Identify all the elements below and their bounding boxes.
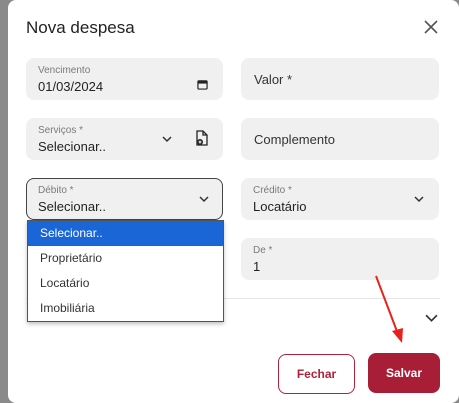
servicos-label: Serviços * <box>38 125 84 136</box>
de-field[interactable]: De * 1 <box>241 238 439 280</box>
chevron-down-icon[interactable] <box>161 135 173 143</box>
fechar-button[interactable]: Fechar <box>278 354 355 394</box>
debito-option[interactable]: Selecionar.. <box>28 221 223 246</box>
close-icon[interactable] <box>422 18 440 36</box>
nova-despesa-modal: Nova despesa Vencimento 01/03/2024 Valor… <box>8 0 459 403</box>
debito-value[interactable]: Selecionar.. <box>38 199 106 214</box>
credito-label: Crédito * <box>253 185 292 196</box>
complemento-field[interactable]: Complemento <box>241 118 439 160</box>
servicos-value[interactable]: Selecionar.. <box>38 139 106 154</box>
debito-field[interactable]: Débito * Selecionar.. <box>26 178 223 220</box>
valor-placeholder: Valor * <box>254 72 293 87</box>
add-document-icon[interactable] <box>195 130 209 146</box>
vencimento-value[interactable]: 01/03/2024 <box>38 79 103 94</box>
valor-field[interactable]: Valor * <box>241 58 439 100</box>
chevron-down-icon[interactable] <box>198 195 210 203</box>
modal-title: Nova despesa <box>26 18 135 37</box>
debito-option[interactable]: Locatário <box>28 271 223 296</box>
de-label: De * <box>253 245 273 256</box>
servicos-field[interactable]: Serviços * Selecionar.. <box>26 118 223 160</box>
credito-value[interactable]: Locatário <box>253 199 306 214</box>
debito-option[interactable]: Proprietário <box>28 246 223 271</box>
debito-label: Débito * <box>38 185 74 196</box>
debito-option[interactable]: Imobiliária <box>28 296 223 321</box>
complemento-placeholder: Complemento <box>254 132 335 147</box>
de-value[interactable]: 1 <box>253 259 260 274</box>
vencimento-field[interactable]: Vencimento 01/03/2024 <box>26 58 223 100</box>
debito-dropdown-list: Selecionar.. Proprietário Locatário Imob… <box>27 220 224 322</box>
salvar-button[interactable]: Salvar <box>368 353 440 393</box>
credito-field[interactable]: Crédito * Locatário <box>241 178 439 220</box>
vencimento-label: Vencimento <box>38 65 91 76</box>
chevron-down-icon[interactable] <box>413 195 425 203</box>
chevron-down-icon[interactable] <box>425 314 438 323</box>
calendar-icon[interactable] <box>197 79 208 90</box>
